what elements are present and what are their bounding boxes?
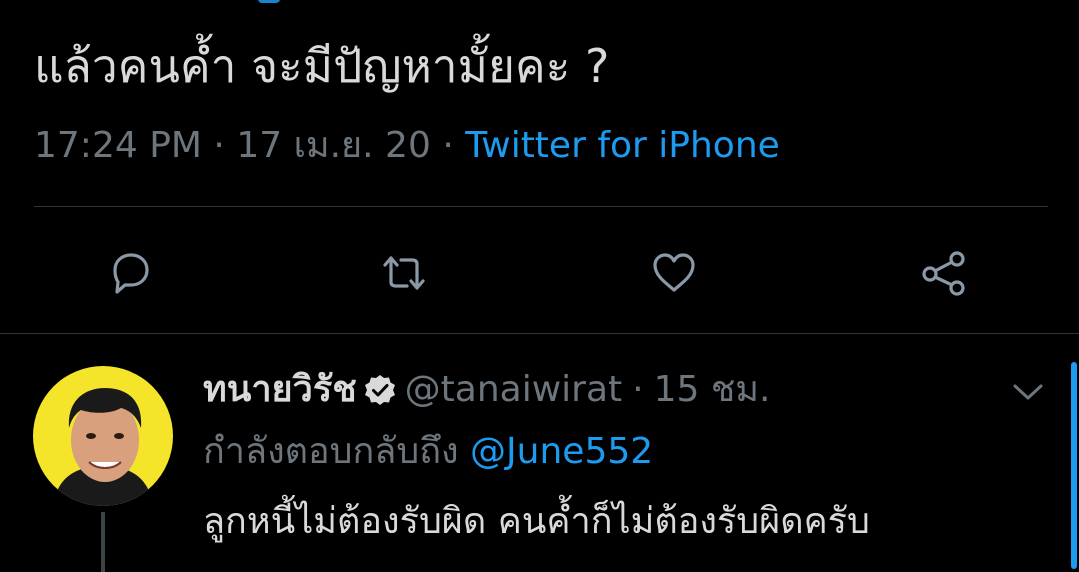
verified-badge-icon (364, 375, 395, 405)
reply-bubble-icon (113, 253, 149, 294)
thread-line (101, 512, 105, 572)
reply-text: ลูกหนี้ไม่ต้องรับผิด คนค้ำก็ไม่ต้องรับผิ… (203, 501, 870, 542)
reply-time: 15 ชม. (653, 369, 771, 410)
share-button[interactable] (917, 246, 971, 300)
tweet-source-link[interactable]: Twitter for iPhone (465, 125, 780, 166)
chevron-down-icon[interactable] (1010, 380, 1046, 404)
reply-button[interactable] (104, 246, 158, 300)
meta-separator: · (213, 125, 225, 166)
heart-icon (653, 253, 695, 292)
replying-to-handle[interactable]: @June552 (470, 431, 653, 472)
like-button[interactable] (647, 246, 701, 300)
tweet-date: 17 เม.ย. 20 (236, 125, 431, 166)
share-icon (922, 251, 965, 296)
tweet-time: 17:24 PM (34, 125, 202, 166)
retweet-icon (383, 256, 425, 290)
divider (34, 206, 1048, 207)
clipped-accent-text (258, 0, 280, 3)
replying-to-label: กำลังตอบกลับถึง (203, 431, 459, 472)
tweet-meta: 17:24 PM · 17 เม.ย. 20 · Twitter for iPh… (34, 122, 780, 170)
avatar[interactable] (33, 366, 173, 506)
header-separator: · (632, 369, 644, 410)
scroll-indicator[interactable] (1071, 362, 1077, 569)
tweet-text: แล้วคนค้ำ จะมีปัญหามั้ยคะ ? (34, 39, 610, 93)
reply-header: ทนายวิรัช @tanaiwirat · 15 ชม. (203, 366, 770, 414)
retweet-button[interactable] (377, 246, 431, 300)
author-handle[interactable]: @tanaiwirat (405, 366, 622, 414)
replying-to: กำลังตอบกลับถึง @June552 (203, 428, 653, 476)
author-name[interactable]: ทนายวิรัช (203, 366, 357, 414)
avatar-image (33, 366, 173, 506)
reply-tweet[interactable]: ทนายวิรัช @tanaiwirat · 15 ชม. กำลังตอบก… (0, 334, 1079, 572)
meta-separator: · (442, 125, 454, 166)
